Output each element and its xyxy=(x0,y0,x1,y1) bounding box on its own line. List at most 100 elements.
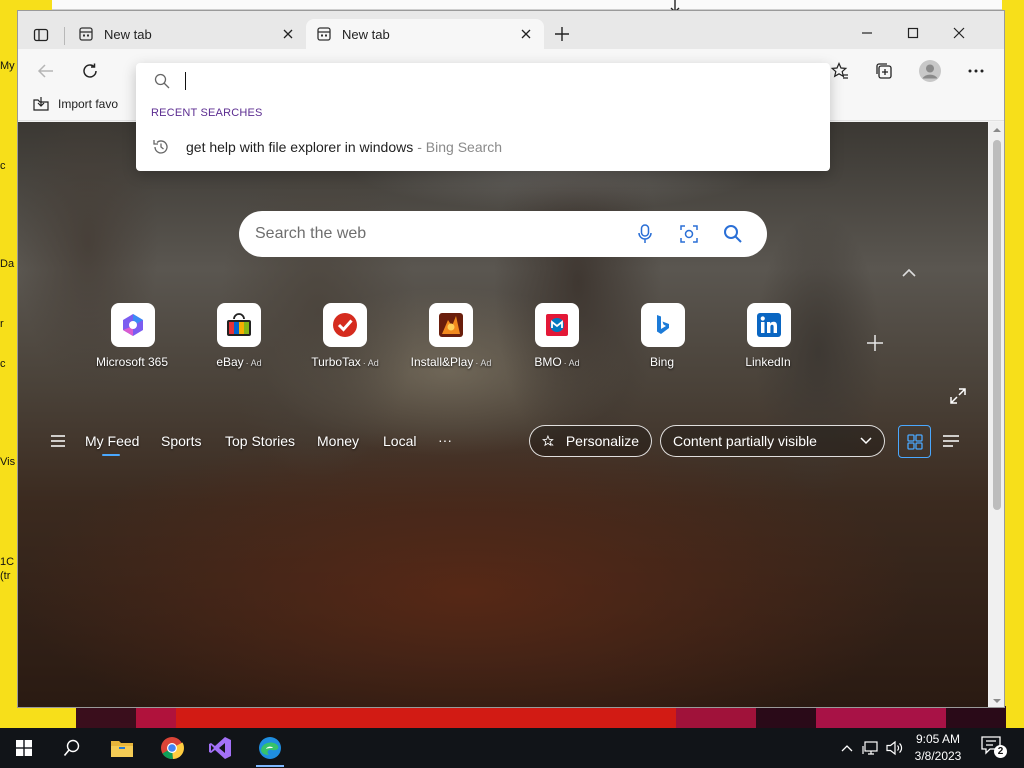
page-scrollbar[interactable] xyxy=(989,122,1004,707)
edge-icon xyxy=(259,737,281,759)
visual-search-icon xyxy=(680,225,698,243)
quick-link-microsoft-365[interactable]: Microsoft 365 xyxy=(85,303,181,369)
content-visibility-dropdown[interactable]: Content partially visible xyxy=(660,425,885,457)
desktop-icon-label[interactable]: Vis xyxy=(0,456,15,468)
tab-new-tab-1[interactable]: New tab xyxy=(68,19,306,49)
new-tab-button[interactable] xyxy=(552,24,572,44)
close-icon xyxy=(953,27,965,39)
desktop-icon-label[interactable]: (tr xyxy=(0,570,10,582)
feed-tab-my-feed[interactable]: My Feed xyxy=(85,433,139,456)
quick-link-tile xyxy=(747,303,791,347)
taskbar-clock[interactable]: 9:05 AM 3/8/2023 xyxy=(906,731,970,765)
add-quick-link-button[interactable] xyxy=(864,332,886,354)
collections-icon xyxy=(876,63,892,79)
feed-menu-button[interactable] xyxy=(50,434,66,448)
taskbar-search-button[interactable] xyxy=(48,728,96,768)
grid-layout-button[interactable] xyxy=(898,425,931,458)
tab-new-tab-2-active[interactable]: New tab xyxy=(306,19,544,49)
bmo-icon xyxy=(546,314,568,336)
tab-close-button[interactable] xyxy=(518,26,534,42)
settings-more-button[interactable] xyxy=(962,57,990,85)
linkedin-icon xyxy=(757,313,781,337)
quick-link-label: LinkedIn xyxy=(745,355,791,369)
web-search-submit-button[interactable] xyxy=(715,219,751,249)
window-close-button[interactable] xyxy=(936,19,982,47)
quick-link-tile xyxy=(111,303,155,347)
desktop-icon-label[interactable]: 1C xyxy=(0,556,14,568)
quick-link-bing[interactable]: Bing xyxy=(615,303,711,369)
back-arrow-icon xyxy=(37,64,53,78)
feed-tab-sports[interactable]: Sports xyxy=(161,433,201,449)
desktop-icon-label[interactable]: My xyxy=(0,60,15,72)
personalize-star-icon xyxy=(542,434,554,447)
list-layout-button[interactable] xyxy=(942,434,960,448)
import-favorites-button[interactable]: Import favo xyxy=(32,96,118,112)
maximize-button[interactable] xyxy=(890,19,936,47)
quick-link-install-play[interactable]: Install&Play · Ad xyxy=(403,303,499,369)
desktop-icon-label[interactable]: Da xyxy=(0,258,14,270)
desktop-wallpaper-strip xyxy=(816,706,946,728)
tab-actions-button[interactable] xyxy=(28,23,54,47)
browser-window: New tab New tab Import favo Search the w… xyxy=(17,10,1005,708)
taskbar-file-explorer[interactable] xyxy=(98,728,146,768)
desktop-icon-label[interactable]: c xyxy=(0,160,6,172)
quick-link-turbotax[interactable]: TurboTax · Ad xyxy=(297,303,393,369)
taskbar-chrome[interactable] xyxy=(148,728,196,768)
feed-tab-top-stories[interactable]: Top Stories xyxy=(225,433,295,449)
search-icon xyxy=(63,739,80,757)
import-favorites-label: Import favo xyxy=(58,97,119,111)
feed-tab-local[interactable]: Local xyxy=(383,433,416,449)
favorites-button[interactable] xyxy=(826,57,854,85)
scrollbar-thumb[interactable] xyxy=(993,140,1001,510)
taskbar-edge[interactable] xyxy=(246,728,294,768)
quick-link-ebay[interactable]: eBay · Ad xyxy=(191,303,287,369)
feed-more-button[interactable]: ··· xyxy=(438,432,452,448)
personalize-label: Personalize xyxy=(565,433,639,449)
text-cursor xyxy=(185,72,186,90)
volume-tray-button[interactable] xyxy=(884,728,906,768)
taskbar-visual-studio[interactable] xyxy=(196,728,244,768)
network-tray-button[interactable] xyxy=(860,728,882,768)
tab-close-button[interactable] xyxy=(280,26,296,42)
refresh-button[interactable] xyxy=(76,57,104,85)
minimize-button[interactable] xyxy=(844,19,890,47)
minimize-icon xyxy=(862,32,872,34)
voice-search-button[interactable] xyxy=(627,219,663,249)
ebay-icon xyxy=(227,313,251,336)
quick-link-tile xyxy=(323,303,367,347)
scroll-up-arrow-icon[interactable] xyxy=(993,126,1001,134)
notification-center-button[interactable]: 2 xyxy=(980,735,1008,761)
desktop-icon-label[interactable]: r xyxy=(0,318,4,330)
quick-link-bmo[interactable]: BMO · Ad xyxy=(509,303,605,369)
back-button[interactable] xyxy=(32,57,60,85)
desktop-icon-label[interactable]: c xyxy=(0,358,6,370)
desktop-wallpaper-strip xyxy=(756,706,816,728)
new-tab-page: Search the web Microsoft 365 eBay · Ad T… xyxy=(18,122,988,707)
fullscreen-expand-button[interactable] xyxy=(950,388,966,404)
visual-search-button[interactable] xyxy=(671,219,707,249)
address-bar-input[interactable] xyxy=(136,63,830,99)
recent-search-item[interactable]: get help with file explorer in windows -… xyxy=(136,133,830,161)
tab-title: New tab xyxy=(104,26,152,42)
desktop-wallpaper-strip xyxy=(676,706,756,728)
quick-link-label: Microsoft 365 xyxy=(95,355,169,369)
close-icon xyxy=(283,29,293,39)
quick-link-label: eBay · Ad xyxy=(216,355,262,369)
feed-tab-money[interactable]: Money xyxy=(317,433,359,449)
quick-link-tile xyxy=(535,303,579,347)
start-button[interactable] xyxy=(0,728,48,768)
quick-link-linkedin[interactable]: LinkedIn xyxy=(721,303,817,369)
close-icon xyxy=(521,29,531,39)
import-favorites-icon xyxy=(33,97,49,111)
recent-search-query: get help with file explorer in windows xyxy=(186,139,414,155)
show-hidden-icons-button[interactable] xyxy=(838,728,856,768)
collections-button[interactable] xyxy=(870,57,898,85)
web-search-box[interactable]: Search the web xyxy=(239,211,767,257)
desktop-wallpaper-strip xyxy=(76,706,136,728)
new-tab-page-icon xyxy=(79,27,93,41)
tab-separator xyxy=(64,27,65,45)
scroll-down-arrow-icon[interactable] xyxy=(993,697,1001,705)
personalize-button[interactable]: Personalize xyxy=(529,425,652,457)
profile-button[interactable] xyxy=(916,57,944,85)
collapse-quick-links-button[interactable] xyxy=(900,264,918,282)
